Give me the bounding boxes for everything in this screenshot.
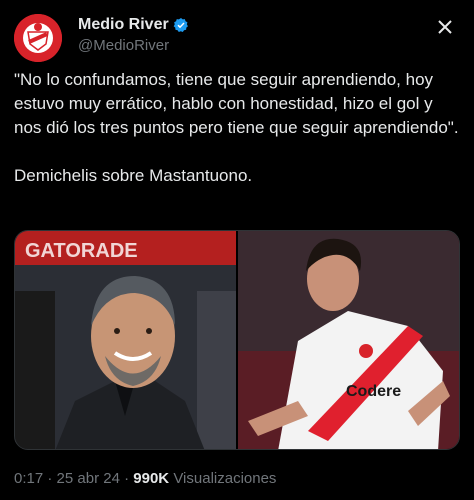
tweet-time[interactable]: 0:17 <box>14 470 43 487</box>
tweet-text: "No lo confundamos, tiene que seguir apr… <box>14 70 459 185</box>
user-handle[interactable]: @MedioRiver <box>78 37 169 54</box>
tweet-media[interactable]: GATORADE Codere <box>14 230 460 450</box>
verified-badge-icon <box>173 18 188 32</box>
display-name[interactable]: Medio River <box>78 16 169 34</box>
photo-mastantuono[interactable]: Codere <box>238 231 459 449</box>
meta-separator: · <box>124 470 134 487</box>
sponsor-text: Codere <box>346 383 401 400</box>
name-row: Medio River <box>78 16 189 34</box>
player-photo-illustration: Codere <box>238 231 459 449</box>
banner-text: GATORADE <box>25 240 138 262</box>
close-icon[interactable] <box>436 18 454 40</box>
avatar[interactable] <box>14 14 62 62</box>
tweet-meta: 0:17 · 25 abr 24 · 990K Visualizaciones <box>14 470 276 487</box>
meta-separator: · <box>47 470 57 487</box>
club-logo-icon <box>14 14 62 62</box>
views-count: 990K <box>133 470 170 487</box>
tweet-date[interactable]: 25 abr 24 <box>57 470 120 487</box>
coach-photo-illustration: GATORADE <box>15 231 236 449</box>
views-label: Visualizaciones <box>173 470 277 487</box>
photo-demichelis[interactable]: GATORADE <box>15 231 236 449</box>
tweet-header: Medio River @MedioRiver <box>14 12 460 62</box>
